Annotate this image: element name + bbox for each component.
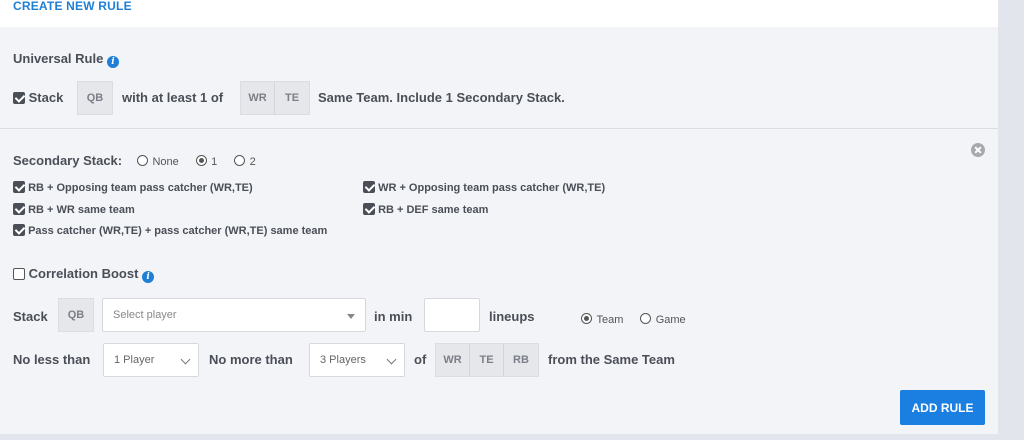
caret-down-icon [347, 314, 355, 319]
check-rb-def-same-team[interactable]: RB + DEF same team [363, 203, 488, 216]
correlation-position-group: WR TE RB [435, 343, 539, 377]
min-players-select[interactable]: 1 Player [103, 343, 199, 377]
checkbox-icon[interactable] [363, 203, 375, 215]
primary-position-qb[interactable]: QB [77, 81, 113, 115]
section-divider [0, 128, 998, 129]
checkbox-icon[interactable] [13, 92, 25, 104]
correlation-boost-label: Correlation Boost [28, 266, 139, 281]
max-players-select[interactable]: 3 Players [309, 343, 405, 377]
position-te[interactable]: TE [470, 344, 504, 376]
add-rule-button[interactable]: ADD RULE [900, 390, 985, 425]
lineups-text: lineups [489, 309, 535, 324]
from-same-team-text: from the Same Team [548, 352, 675, 367]
select-player-placeholder: Select player [113, 309, 177, 321]
scope-radio-group: Team Game [581, 310, 686, 328]
correlation-boost-check[interactable]: Correlation Boost i [13, 266, 155, 283]
info-icon[interactable]: i [142, 271, 155, 283]
select-player-dropdown[interactable]: Select player [102, 298, 366, 332]
create-new-rule-title[interactable]: CREATE NEW RULE [13, 0, 132, 12]
checkbox-icon[interactable] [13, 203, 25, 215]
no-more-than-text: No more than [209, 352, 293, 367]
checkbox-icon[interactable] [13, 181, 25, 193]
of-text: of [414, 352, 427, 367]
radio-two[interactable]: 2 [234, 152, 256, 169]
check-pass-catcher-same-team[interactable]: Pass catcher (WR,TE) + pass catcher (WR,… [13, 224, 327, 237]
universal-rule-heading: Universal Rule i [13, 51, 119, 68]
checkbox-icon[interactable] [13, 224, 25, 236]
correlation-position-qb[interactable]: QB [58, 298, 94, 332]
radio-one[interactable]: 1 [195, 152, 217, 169]
info-icon[interactable]: i [106, 56, 119, 68]
radio-team[interactable]: Team [581, 310, 623, 327]
stack-label: Stack [28, 90, 64, 105]
checkbox-icon[interactable] [13, 268, 25, 280]
secondary-stack-label: Secondary Stack: [13, 153, 123, 168]
radio-game[interactable]: Game [640, 310, 686, 327]
universal-suffix-text: Same Team. Include 1 Secondary Stack. [318, 90, 565, 105]
position-rb[interactable]: RB [504, 344, 538, 376]
secondary-stack-row: Secondary Stack: None 1 2 [13, 152, 256, 170]
checkbox-icon[interactable] [363, 181, 375, 193]
correlation-stack-label: Stack [13, 309, 48, 324]
rule-panel: CREATE NEW RULE Universal Rule i Stack Q… [0, 0, 998, 434]
with-at-least-text: with at least 1 of [122, 90, 224, 105]
universal-stack-check[interactable]: Stack [13, 90, 63, 105]
chevron-down-icon [386, 354, 397, 365]
close-icon[interactable] [971, 143, 985, 157]
radio-none[interactable]: None [137, 152, 179, 169]
position-wr[interactable]: WR [241, 82, 275, 114]
universal-rule-title: Universal Rule [13, 51, 104, 66]
position-te[interactable]: TE [275, 82, 309, 114]
no-less-than-text: No less than [13, 352, 91, 367]
in-min-text: in min [374, 309, 413, 324]
min-lineups-input[interactable] [424, 298, 480, 332]
universal-position-group: WR TE [240, 81, 310, 115]
check-wr-opp-pass-catcher[interactable]: WR + Opposing team pass catcher (WR,TE) [363, 181, 605, 194]
chevron-down-icon [180, 354, 191, 365]
header-bar: CREATE NEW RULE [0, 0, 998, 27]
check-rb-wr-same-team[interactable]: RB + WR same team [13, 203, 135, 216]
position-wr[interactable]: WR [436, 344, 470, 376]
check-rb-opp-pass-catcher[interactable]: RB + Opposing team pass catcher (WR,TE) [13, 181, 253, 194]
